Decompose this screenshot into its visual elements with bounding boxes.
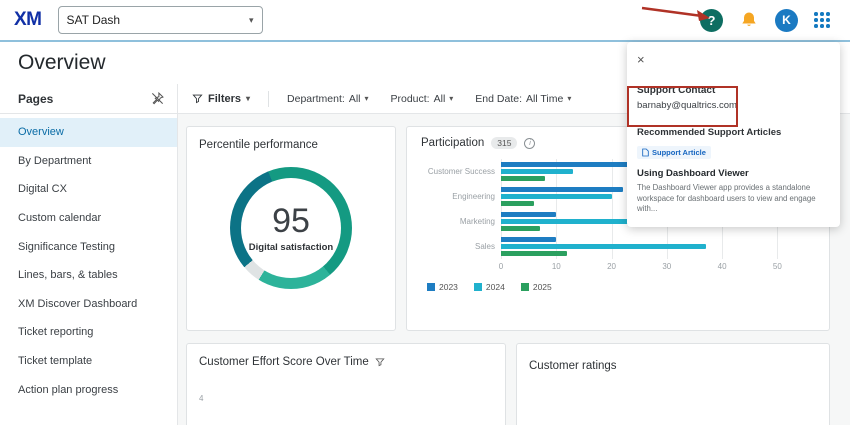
x-axis-tick: 50 [772, 262, 782, 271]
pages-panel-header: Pages [0, 84, 178, 113]
help-popover: × Support Contact barnaby@qualtrics.com … [627, 42, 840, 227]
chevron-down-icon: ▾ [248, 14, 254, 25]
filters-button[interactable]: Filters ▾ [192, 93, 250, 105]
x-axis-tick: 10 [551, 262, 561, 271]
sidebar-item-custom-calendar[interactable]: Custom calendar [0, 204, 177, 233]
sidebar-item-ticket-template[interactable]: Ticket template [0, 347, 177, 376]
chart-legend: 2023 2024 2025 [427, 282, 815, 292]
filter-dropdown-product[interactable]: Product: All ▾ [391, 93, 454, 105]
x-axis-tick: 40 [717, 262, 727, 271]
sidebar-item-xm-discover-dashboard[interactable]: XM Discover Dashboard [0, 290, 177, 319]
customer-ratings-card: Customer ratings [516, 343, 830, 425]
chart-bar-2024 [501, 244, 706, 249]
top-bar: XM SAT Dash ▾ ? K [0, 0, 850, 40]
unpin-icon[interactable] [150, 91, 165, 106]
filter-dropdowns: Department: All ▾ Product: All ▾ End Date: All … [287, 93, 571, 105]
chevron-down-icon: ▾ [246, 94, 251, 103]
card-title: Customer Effort Score Over Time [199, 356, 369, 368]
pages-header-label: Pages [18, 91, 54, 106]
chart-bar-2025 [501, 226, 540, 231]
article-title-link[interactable]: Using Dashboard Viewer [637, 168, 830, 179]
x-axis-tick: 30 [662, 262, 672, 271]
response-count-badge: 315 [491, 137, 518, 149]
chart-bar-2023 [501, 187, 623, 192]
article-excerpt: The Dashboard Viewer app provides a stan… [637, 183, 816, 214]
info-icon[interactable]: i [524, 137, 536, 149]
dashboard-selector[interactable]: SAT Dash ▾ [57, 6, 263, 34]
filter-dropdown-department[interactable]: Department: All ▾ [287, 93, 368, 105]
document-icon [642, 148, 649, 157]
legend-item-2024: 2024 [473, 282, 505, 292]
chart-x-axis: 0 10 20 30 40 50 [498, 262, 805, 274]
chart-bar-2025 [501, 176, 546, 181]
legend-item-2025: 2025 [520, 282, 552, 292]
dashboard-selector-value: SAT Dash [66, 13, 121, 27]
funnel-icon[interactable] [375, 357, 385, 367]
sidebar-item-digital-cx[interactable]: Digital CX [0, 175, 177, 204]
chart-category-label: Customer Success [427, 167, 495, 176]
gauge-caption: Digital satisfaction [248, 241, 334, 253]
legend-item-2023: 2023 [427, 282, 458, 292]
divider [268, 90, 270, 107]
page-title: Overview [18, 51, 106, 74]
percentile-performance-card: Percentile performance 95 Digital satisf… [186, 126, 396, 331]
chart-bar-2024 [501, 169, 573, 174]
user-avatar[interactable]: K [775, 8, 798, 32]
close-icon[interactable]: × [637, 53, 645, 66]
card-title: Percentile performance [199, 139, 318, 151]
funnel-icon [192, 94, 203, 104]
filter-dropdown-end-date[interactable]: End Date: All Time ▾ [475, 93, 571, 105]
y-axis-tick: 4 [199, 394, 204, 403]
x-axis-tick: 20 [607, 262, 616, 271]
support-contact-email: barnaby@qualtrics.com [637, 100, 737, 111]
app-grid-menu-icon[interactable] [814, 12, 830, 28]
ces-over-time-card: Customer Effort Score Over Time 4 [186, 343, 506, 425]
chart-category-label: Sales [474, 242, 495, 251]
help-button[interactable]: ? [700, 8, 723, 32]
recommended-articles-heading: Recommended Support Articles [637, 127, 782, 138]
chart-bar-2023 [501, 237, 557, 242]
chart-category-label: Engineering [452, 192, 495, 201]
sidebar-item-lines-bars-tables[interactable]: Lines, bars, & tables [0, 261, 177, 290]
sidebar-item-ticket-reporting[interactable]: Ticket reporting [0, 318, 177, 347]
chart-bar-2025 [501, 201, 535, 206]
sidebar-item-overview[interactable]: Overview [0, 118, 177, 147]
pages-sidebar: Overview By Department Digital CX Custom ca… [0, 114, 178, 425]
sidebar-item-significance-testing[interactable]: Significance Testing [0, 232, 177, 261]
sidebar-item-by-department[interactable]: By Department [0, 147, 177, 176]
support-contact-title: Support Contact [637, 85, 716, 96]
support-article-tag[interactable]: Support Article [637, 146, 711, 159]
notifications-bell-icon[interactable] [739, 10, 759, 30]
card-title: Customer ratings [529, 360, 617, 372]
chart-bar-2024 [501, 194, 612, 199]
xm-logo[interactable]: XM [14, 9, 42, 31]
chevron-down-icon: ▾ [364, 94, 369, 103]
gauge-chart: 95 Digital satisfaction [230, 167, 352, 289]
chart-bar-2025 [501, 251, 568, 256]
x-axis-tick: 0 [498, 262, 504, 271]
chart-bar-2023 [501, 212, 557, 217]
chart-category-label: Marketing [459, 217, 495, 226]
sidebar-item-action-plan-progress[interactable]: Action plan progress [0, 375, 177, 404]
chevron-down-icon: ▾ [449, 94, 454, 103]
card-title: Participation [421, 137, 485, 149]
chevron-down-icon: ▾ [567, 94, 572, 103]
gauge-value: 95 [272, 201, 310, 240]
